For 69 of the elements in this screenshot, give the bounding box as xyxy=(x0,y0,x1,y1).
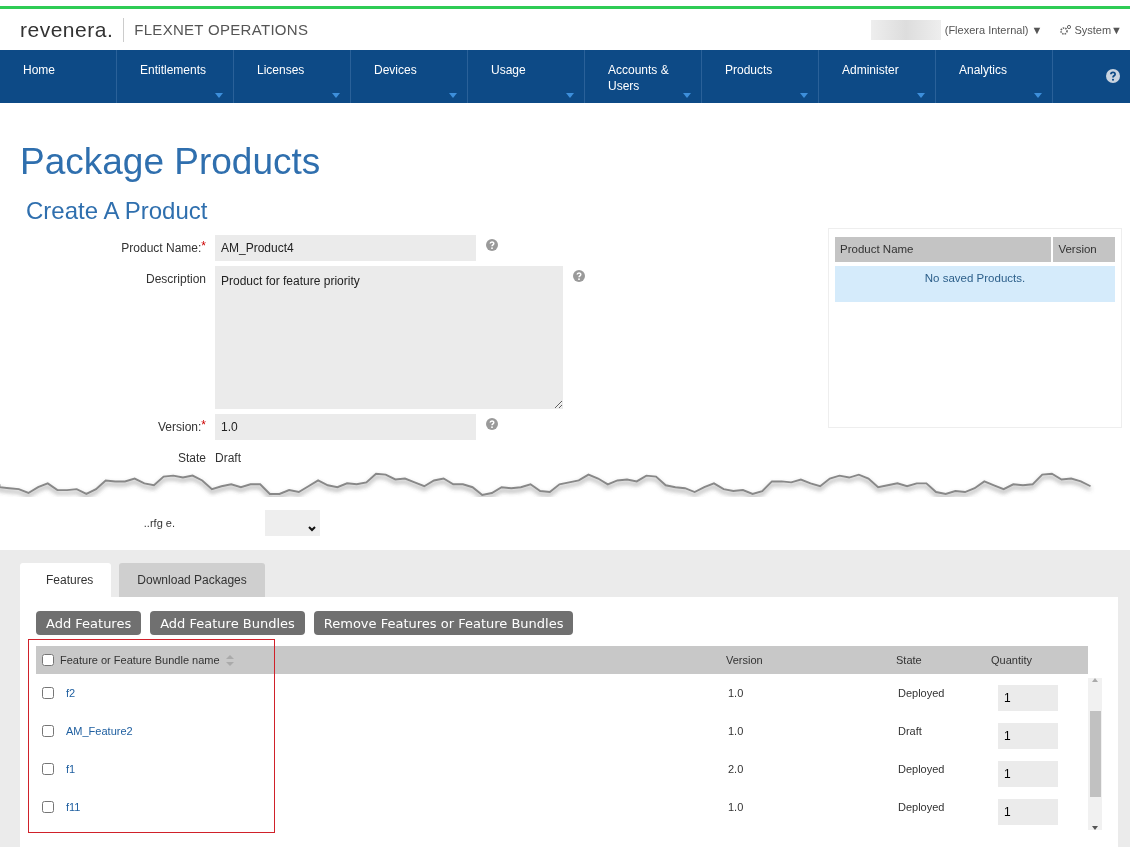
action-button[interactable]: Remove Features or Feature Bundles xyxy=(313,611,574,635)
redacted-block xyxy=(870,19,941,40)
quantity-field[interactable]: 1 xyxy=(998,723,1058,749)
nav-item[interactable]: Entitlements xyxy=(117,50,234,103)
text-field[interactable]: AM_Product4 xyxy=(215,234,476,261)
table-cell-text: Draft xyxy=(898,725,923,737)
field-label: Version: xyxy=(157,418,202,434)
account-menu[interactable]: (Flexera Internal) ▼ xyxy=(944,23,1043,36)
column-header: Version xyxy=(726,654,763,666)
nav-item[interactable]: Accounts & Users xyxy=(585,50,702,103)
page-title: Package Products xyxy=(20,140,322,183)
help-icon[interactable] xyxy=(573,269,585,282)
gear-icon xyxy=(1060,24,1072,35)
table-cell-text: 1.0 xyxy=(728,725,745,737)
table-cell-text: Deployed xyxy=(898,763,946,775)
action-button[interactable]: Add Features xyxy=(36,611,142,635)
help-icon[interactable] xyxy=(1106,69,1120,84)
help-icon[interactable] xyxy=(486,417,498,430)
select-all-checkbox[interactable] xyxy=(42,654,54,666)
product-name: FLEXNET OPERATIONS xyxy=(133,21,309,39)
required-mark: * xyxy=(201,237,206,255)
description-field[interactable]: Product for feature priority xyxy=(215,265,563,409)
tab[interactable]: Download Packages xyxy=(119,563,265,597)
chevron-icon xyxy=(308,525,316,532)
nav-item[interactable]: Licenses xyxy=(234,50,351,103)
field-label: Description xyxy=(145,270,206,286)
table-cell-text: 1.0 xyxy=(728,801,745,813)
nav-item[interactable]: Administer xyxy=(819,50,936,103)
quantity-field[interactable]: 1 xyxy=(998,761,1058,787)
column-header[interactable]: Feature or Feature Bundle name xyxy=(60,654,220,666)
row-checkbox[interactable] xyxy=(42,763,54,775)
feature-link[interactable]: f1 xyxy=(66,763,76,775)
table-cell-text: 1.0 xyxy=(728,687,745,699)
action-button[interactable]: Add Feature Bundles xyxy=(150,611,305,635)
column-header: Version xyxy=(1053,236,1115,262)
column-header: State xyxy=(896,654,922,666)
field-label: Product Name: xyxy=(121,239,202,255)
row-checkbox[interactable] xyxy=(42,801,54,813)
column-header: Product Name xyxy=(835,236,1052,262)
nav-item[interactable]: Usage xyxy=(468,50,585,103)
scrollbar[interactable] xyxy=(1088,678,1102,830)
nav-item[interactable]: Home xyxy=(0,50,117,103)
tab[interactable]: Features xyxy=(20,563,112,597)
feature-link[interactable]: f2 xyxy=(66,687,76,699)
table-cell-text: Deployed xyxy=(898,687,946,699)
state-value: Draft xyxy=(215,449,241,465)
text-field[interactable]: 1.0 xyxy=(215,413,476,440)
feature-link[interactable]: AM_Feature2 xyxy=(66,725,133,737)
nav-item[interactable]: Analytics xyxy=(936,50,1053,103)
nav-item[interactable]: Products xyxy=(702,50,819,103)
required-mark: * xyxy=(201,416,206,434)
down-arrow-icon xyxy=(1092,826,1098,830)
logo: revenera. xyxy=(20,17,125,42)
quantity-field[interactable]: 1 xyxy=(998,685,1058,711)
section-title: Create A Product xyxy=(26,196,209,225)
up-arrow-icon xyxy=(1092,678,1098,682)
empty-message: No saved Products. xyxy=(835,265,1115,302)
field-label: ..rfg e. xyxy=(142,516,175,529)
field-label: State xyxy=(177,449,206,465)
quantity-field[interactable]: 1 xyxy=(998,799,1058,825)
table-cell-text: Deployed xyxy=(898,801,946,813)
row-checkbox[interactable] xyxy=(42,725,54,737)
system-menu[interactable]: System▼ xyxy=(1060,23,1122,36)
table-cell-text: 2.0 xyxy=(728,763,745,775)
feature-link[interactable]: f11 xyxy=(66,801,81,813)
nav-item[interactable]: Devices xyxy=(351,50,468,103)
row-checkbox[interactable] xyxy=(42,687,54,699)
column-header: Quantity xyxy=(991,654,1032,666)
help-icon[interactable] xyxy=(486,238,498,251)
